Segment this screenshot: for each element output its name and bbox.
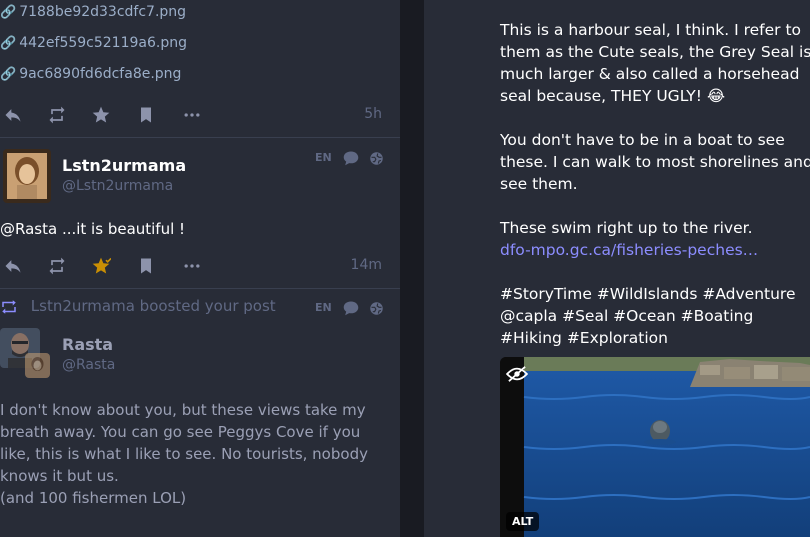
- comment-icon: [343, 151, 358, 166]
- paperclip-icon: 🔗: [0, 36, 17, 51]
- display-name[interactable]: Rasta: [62, 335, 113, 354]
- boost-label: boosted your post: [134, 297, 276, 315]
- star-icon[interactable]: [88, 251, 114, 277]
- reply-icon[interactable]: [0, 251, 26, 277]
- comment-icon: [343, 301, 358, 316]
- status-timestamp[interactable]: 14m: [351, 257, 382, 273]
- bookmark-icon[interactable]: [133, 100, 159, 126]
- reply-icon[interactable]: [0, 100, 26, 126]
- divider: [0, 288, 400, 289]
- language-badge: EN: [315, 151, 332, 164]
- eye-slash-icon[interactable]: [505, 365, 532, 387]
- attachment-link[interactable]: 🔗 9ac6890fd6dcfa8e.png: [0, 66, 181, 82]
- notifications-column: 🔗 7188be92d33cdfc7.png 🔗 442ef559c52119a6.…: [0, 0, 400, 537]
- attachment-link[interactable]: 🔗 7188be92d33cdfc7.png: [0, 4, 186, 20]
- star-icon[interactable]: [88, 100, 114, 126]
- status-content: @Rasta ...it is beautiful !: [0, 220, 186, 238]
- status-link[interactable]: dfo-mpo.gc.ca/fisheries-peches…: [500, 239, 810, 261]
- account-handle[interactable]: @Lstn2urmama: [62, 178, 173, 194]
- divider: [0, 137, 400, 138]
- account-handle[interactable]: @Rasta: [62, 357, 115, 373]
- paperclip-icon: 🔗: [0, 67, 17, 82]
- attachment-link[interactable]: 🔗 442ef559c52119a6.png: [0, 35, 187, 51]
- bookmark-icon[interactable]: [133, 251, 159, 277]
- retweet-icon[interactable]: [44, 251, 70, 277]
- language-badge: EN: [315, 301, 332, 314]
- boost-notification-header: Lstn2urmama boosted your post: [0, 297, 276, 315]
- status-meta: EN: [315, 300, 384, 316]
- retweet-icon: [0, 297, 23, 315]
- booster-name[interactable]: Lstn2urmama: [31, 297, 135, 315]
- column-gutter: [400, 0, 424, 537]
- globe-icon: [370, 151, 384, 165]
- retweet-icon[interactable]: [44, 100, 70, 126]
- alt-badge[interactable]: ALT: [506, 512, 540, 531]
- avatar[interactable]: [3, 149, 51, 203]
- display-name[interactable]: Lstn2urmama: [62, 156, 186, 175]
- ellipsis-icon[interactable]: [179, 251, 205, 277]
- status-paragraph: These swim right up to the river.: [500, 219, 753, 237]
- globe-icon: [370, 301, 384, 315]
- media-image[interactable]: ALT: [500, 357, 810, 537]
- status-paragraph: This is a harbour seal, I think. I refer…: [500, 21, 810, 105]
- status-action-bar: 14m: [0, 251, 390, 277]
- status-action-bar: 5h: [0, 100, 390, 126]
- paperclip-icon: 🔗: [0, 5, 17, 20]
- status-meta: EN: [315, 150, 384, 166]
- booster-avatar[interactable]: [25, 353, 50, 378]
- status-paragraph: You don't have to be in a boat to see th…: [500, 131, 810, 193]
- status-timestamp[interactable]: 5h: [364, 106, 382, 122]
- hashtags[interactable]: #StoryTime #WildIslands #Adventure @capl…: [500, 283, 810, 349]
- ellipsis-icon[interactable]: [179, 100, 205, 126]
- status-detail-column: This is a harbour seal, I think. I refer…: [424, 0, 810, 537]
- status-content: I don't know about you, but these views …: [0, 401, 368, 507]
